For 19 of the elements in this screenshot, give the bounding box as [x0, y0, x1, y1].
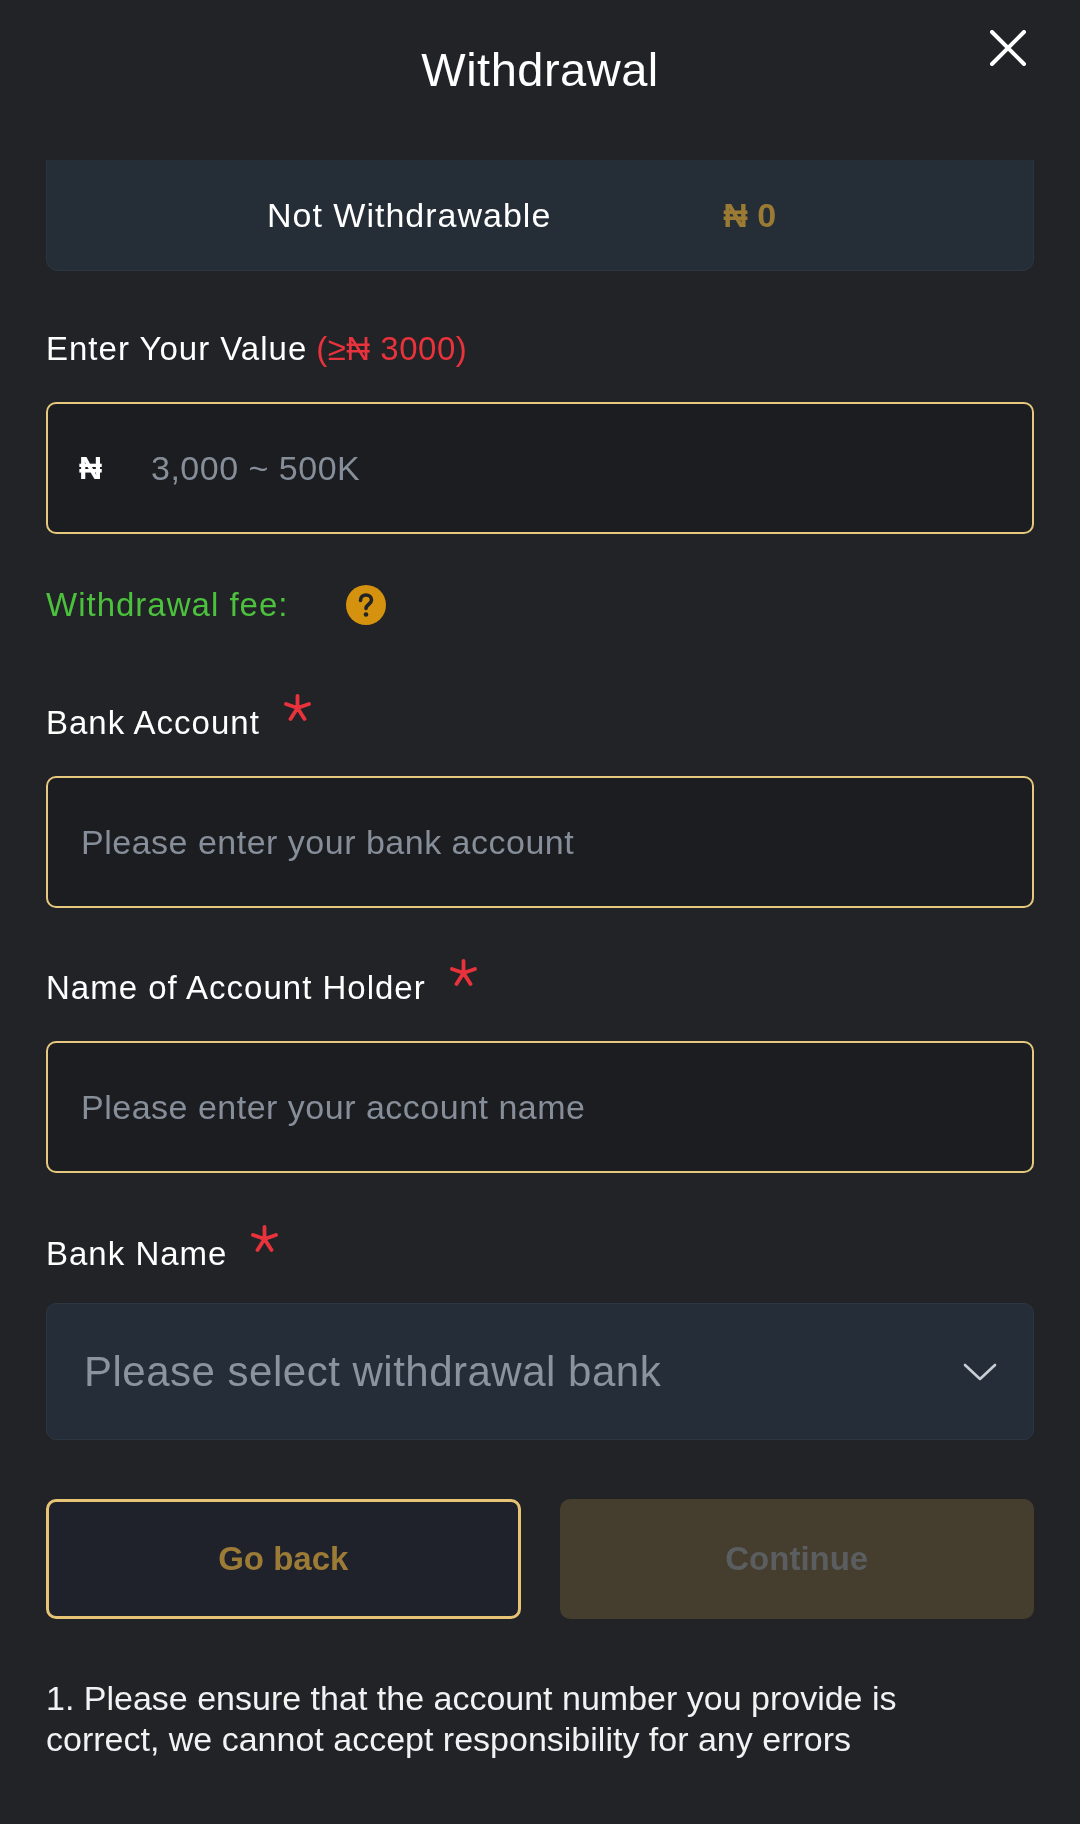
close-button[interactable] — [990, 30, 1026, 66]
field-label: Bank Account — [46, 704, 260, 742]
notice-text: 1. Please ensure that the account number you provide is correct, we cannot accept responsibility for any errors — [46, 1678, 898, 1760]
balance-label: Not Withdrawable — [267, 195, 552, 235]
text-input-field[interactable]: Please enter your bank account — [46, 776, 1034, 908]
currency-symbol: ₦ — [79, 449, 103, 487]
help-icon[interactable] — [346, 585, 387, 625]
field-label: Bank Name — [46, 1235, 228, 1273]
field-label: Name of Account Holder — [46, 969, 426, 1007]
chevron-down-icon — [963, 1362, 997, 1381]
balance-amount: ₦ 0 — [723, 195, 777, 235]
field-label: Enter Your Value — [46, 330, 308, 368]
window-title: Withdrawal — [421, 42, 659, 98]
go-back-button[interactable]: Go back — [46, 1499, 521, 1619]
text-input-field[interactable]: Please enter your account name — [46, 1041, 1034, 1173]
bank-select-dropdown[interactable]: Please select withdrawal bank — [46, 1303, 1034, 1440]
close-icon — [990, 30, 1026, 66]
minimum-amount-hint: (≥₦ 3000) — [316, 330, 468, 368]
withdrawal-fee-label: Withdrawal fee: — [46, 586, 289, 624]
